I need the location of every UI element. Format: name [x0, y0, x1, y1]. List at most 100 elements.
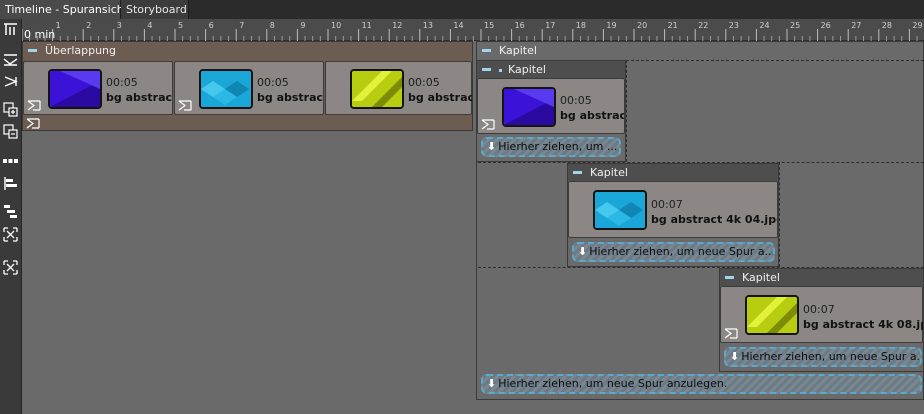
- ruler-tick-label: 25: [790, 21, 801, 30]
- clip-name: bg abstract: [560, 109, 624, 122]
- ruler-tick-label: 4: [147, 21, 153, 30]
- ruler-tick-label: 20: [637, 21, 648, 30]
- tab-storyboard[interactable]: Storyboard: [121, 0, 189, 19]
- chapter-3[interactable]: Kapitel 00:07 bg abstract 4k 08.jpg ⬇ Hie…: [719, 268, 924, 372]
- ruler-tick-label: 13: [422, 21, 433, 30]
- ruler-tick-label: 29: [912, 21, 923, 30]
- overlap-group-header[interactable]: Überlappung: [23, 42, 472, 59]
- chapter-2-header[interactable]: Kapitel: [568, 164, 778, 181]
- drop-zone-new-track[interactable]: ⬇ Hierher ziehen, um neue Spur anzulegen.: [481, 374, 922, 394]
- ruler-tick-label: 8: [269, 21, 275, 30]
- distribute-icon[interactable]: [2, 203, 19, 220]
- chapter-2-title: Kapitel: [590, 166, 628, 179]
- clip-thumbnail: [593, 190, 647, 230]
- tracks-area[interactable]: Überlappung 00:05 bg abstract 00:05 bg a…: [22, 41, 924, 414]
- clip-item[interactable]: 00:05 bg abstract: [23, 61, 173, 115]
- clip-name: bg abstract 4k 04.jpg: [651, 213, 777, 226]
- overlap-group[interactable]: Überlappung 00:05 bg abstract 00:05 bg a…: [22, 41, 473, 131]
- clip-effects-icon[interactable]: [178, 100, 192, 111]
- track-separator: [779, 162, 780, 267]
- clip-thumbnail: [502, 87, 556, 127]
- collapse-minus-icon[interactable]: [725, 276, 734, 279]
- down-arrow-icon: ⬇: [487, 377, 497, 390]
- clip-item[interactable]: 00:05 bg abstract: [477, 78, 625, 134]
- remove-track-icon[interactable]: [2, 123, 19, 140]
- add-track-icon[interactable]: [2, 101, 19, 118]
- chapter-1[interactable]: Kapitel 00:05 bg abstract ⬇Hierher ziehe…: [476, 60, 626, 162]
- collapse-minus-icon[interactable]: [482, 68, 491, 71]
- ruler-tick-label: 17: [545, 21, 556, 30]
- clip-item[interactable]: 00:07 bg abstract 4k 04.jpg: [568, 181, 778, 238]
- clip-item[interactable]: 00:05 bg abstract: [325, 61, 472, 115]
- clip-thumbnail: [745, 295, 799, 335]
- down-arrow-icon: ⬇: [730, 350, 740, 363]
- clip-name: bg abstract: [408, 91, 472, 104]
- clip-effects-icon[interactable]: [27, 100, 41, 111]
- clip-duration: 00:05: [408, 76, 440, 89]
- chapter-2[interactable]: Kapitel 00:07 bg abstract 4k 04.jpg ⬇ Hie…: [567, 163, 779, 267]
- merge-down-icon[interactable]: [2, 73, 19, 90]
- chapter-main-title: Kapitel: [499, 44, 537, 57]
- down-arrow-icon: ⬇: [487, 140, 497, 153]
- ruler-tick-label: 5: [178, 21, 184, 30]
- tab-bar: Timeline - Spuransicht Storyboard: [0, 0, 924, 19]
- ruler-tick-label: 24: [759, 21, 770, 30]
- collapse-minus-icon[interactable]: [482, 49, 491, 52]
- ruler-tick-label: 7: [239, 21, 245, 30]
- chapter-3-title: Kapitel: [742, 271, 780, 284]
- align-tracks-icon[interactable]: [2, 51, 19, 68]
- ruler-tick-label: 15: [484, 21, 495, 30]
- ruler-zero-label: 0 min: [24, 28, 56, 41]
- clip-name: bg abstract: [106, 91, 172, 104]
- ruler-tick-label: 21: [667, 21, 678, 30]
- down-arrow-icon: ⬇: [578, 245, 588, 258]
- drop-zone-label: Hierher ziehen, um ...: [498, 140, 618, 153]
- clip-item[interactable]: 00:05 bg abstract: [174, 61, 324, 115]
- drop-zone-new-track[interactable]: ⬇ Hierher ziehen, um neue Spur a...: [572, 242, 775, 262]
- track-separator: [626, 60, 627, 162]
- ruler-tick-label: 6: [208, 21, 214, 30]
- collapse-icon[interactable]: [2, 226, 19, 243]
- chapter-main-header[interactable]: Kapitel: [477, 42, 923, 59]
- tab-timeline-track-view[interactable]: Timeline - Spuransicht: [0, 0, 128, 19]
- collapse-minus-icon[interactable]: [573, 171, 582, 174]
- ruler-tick-label: 12: [392, 21, 403, 30]
- chapter-dot-icon: [499, 69, 502, 72]
- clip-effects-icon[interactable]: [724, 328, 738, 339]
- align-left-icon[interactable]: [2, 175, 19, 192]
- ruler-tick-label: 2: [86, 21, 92, 30]
- drop-zone-new-track[interactable]: ⬇ Hierher ziehen, um ...: [481, 137, 621, 157]
- expand-icon[interactable]: [2, 259, 19, 276]
- ruler-tick-label: 9: [300, 21, 306, 30]
- ruler-tick-label: 10: [331, 21, 342, 30]
- ruler-tick-label: 23: [728, 21, 739, 30]
- clip-thumbnail: [350, 69, 404, 109]
- ruler-ticks: [22, 29, 918, 41]
- group-effects-icon[interactable]: [26, 118, 40, 129]
- ruler-tick-label: 11: [361, 21, 372, 30]
- clip-duration: 00:07: [651, 198, 683, 211]
- split-view-icon[interactable]: [2, 153, 19, 170]
- snap-to-marker-icon[interactable]: [2, 21, 19, 38]
- clip-name: bg abstract 4k 08.jpg: [803, 318, 923, 331]
- left-toolbar: [0, 19, 22, 414]
- ruler-tick-label: 28: [881, 21, 892, 30]
- ruler-tick-label: 27: [851, 21, 862, 30]
- ruler-tick-label: 19: [606, 21, 617, 30]
- clip-item[interactable]: 00:07 bg abstract 4k 08.jpg: [720, 286, 923, 343]
- chapter-3-header[interactable]: Kapitel: [720, 269, 923, 286]
- ruler-tick-label: 3: [116, 21, 122, 30]
- drop-zone-new-track[interactable]: ⬇ Hierher ziehen, um neue Spur a...: [724, 347, 922, 367]
- time-ruler[interactable]: 1 2 3 4 5 6 7 8 9 10 11 12 13 14 15 16 17 18 19 20 21 22 23 24 2…: [22, 19, 924, 41]
- clip-effects-icon[interactable]: [481, 119, 495, 130]
- drop-zone-label: Hierher ziehen, um neue Spur a...: [589, 245, 775, 258]
- collapse-minus-icon[interactable]: [28, 49, 37, 52]
- clip-thumbnail: [48, 69, 102, 109]
- ruler-tick-label: 16: [514, 21, 525, 30]
- clip-duration: 00:05: [106, 76, 138, 89]
- clip-duration: 00:05: [560, 94, 592, 107]
- clip-thumbnail: [199, 69, 253, 109]
- drop-zone-label: Hierher ziehen, um neue Spur anzulegen.: [498, 377, 728, 390]
- chapter-1-header[interactable]: Kapitel: [477, 61, 625, 78]
- ruler-tick-label: 1: [55, 21, 61, 30]
